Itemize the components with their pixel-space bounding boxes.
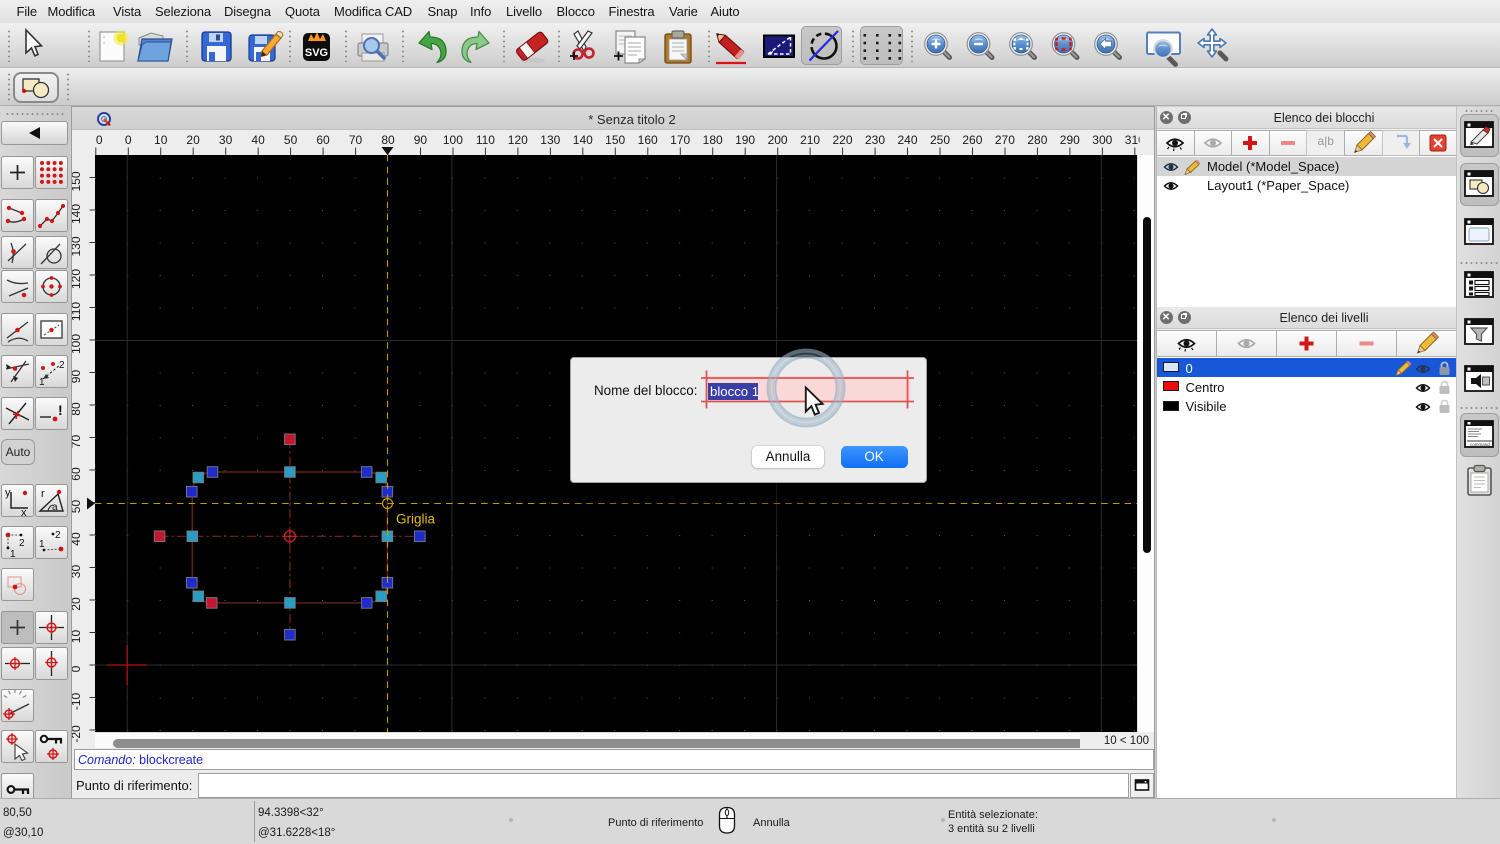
- svg-text:150: 150: [605, 133, 625, 147]
- svg-text:290: 290: [1060, 133, 1080, 147]
- svg-text:260: 260: [962, 133, 982, 147]
- svg-text:1: 1: [39, 539, 45, 550]
- svg-text:0: 0: [96, 133, 103, 147]
- svg-text:90: 90: [414, 133, 428, 147]
- svg-text:300: 300: [1092, 133, 1112, 147]
- svg-text:160: 160: [638, 133, 658, 147]
- svg-text:60: 60: [316, 133, 330, 147]
- svg-text:-10: -10: [72, 693, 83, 711]
- svg-text:180: 180: [703, 133, 723, 147]
- svg-text:-20: -20: [72, 725, 83, 743]
- svg-text:210: 210: [800, 133, 820, 147]
- svg-text:!: !: [58, 402, 63, 418]
- svg-text:90: 90: [72, 370, 83, 384]
- svg-text:120: 120: [508, 133, 528, 147]
- svg-text:270: 270: [995, 133, 1015, 147]
- svg-text:130: 130: [540, 133, 560, 147]
- svg-text:2: 2: [59, 360, 65, 371]
- svg-text:70: 70: [349, 133, 363, 147]
- svg-text:120: 120: [72, 269, 83, 289]
- svg-text:100: 100: [72, 334, 83, 354]
- svg-text:190: 190: [735, 133, 755, 147]
- svg-text:80: 80: [381, 133, 395, 147]
- svg-text:0: 0: [72, 665, 83, 672]
- svg-text:130: 130: [72, 236, 83, 256]
- svg-text:140: 140: [72, 204, 83, 224]
- svg-text:10: 10: [154, 133, 168, 147]
- svg-text:10: 10: [72, 630, 83, 644]
- svg-text:20: 20: [72, 597, 83, 611]
- svg-text:60: 60: [72, 467, 83, 481]
- svg-text:2: 2: [19, 538, 25, 549]
- svg-text:30: 30: [219, 133, 233, 147]
- svg-text:50: 50: [72, 500, 83, 514]
- svg-text:150: 150: [72, 171, 83, 191]
- svg-text:230: 230: [865, 133, 885, 147]
- svg-text:1: 1: [10, 549, 16, 558]
- svg-text:SVG: SVG: [305, 47, 328, 59]
- svg-text:100: 100: [443, 133, 463, 147]
- svg-text:30: 30: [72, 565, 83, 579]
- svg-text:x: x: [21, 507, 27, 516]
- svg-text:command: command: [1470, 442, 1490, 447]
- svg-text:Griglia: Griglia: [396, 512, 436, 527]
- svg-text:280: 280: [1027, 133, 1047, 147]
- svg-text:110: 110: [476, 133, 495, 147]
- svg-text:0: 0: [125, 133, 132, 147]
- svg-text:40: 40: [72, 532, 83, 546]
- svg-text:200: 200: [768, 133, 788, 147]
- svg-text:a: a: [52, 502, 58, 513]
- svg-text:50: 50: [284, 133, 298, 147]
- svg-text:70: 70: [72, 435, 83, 449]
- svg-text:r: r: [41, 488, 45, 500]
- svg-text:2: 2: [55, 530, 61, 541]
- svg-text:110: 110: [72, 302, 83, 321]
- svg-text:220: 220: [832, 133, 852, 147]
- svg-text:y: y: [5, 487, 11, 499]
- svg-text:240: 240: [897, 133, 917, 147]
- svg-text:20: 20: [186, 133, 200, 147]
- svg-text:40: 40: [251, 133, 265, 147]
- svg-text:170: 170: [670, 133, 690, 147]
- svg-text:250: 250: [930, 133, 950, 147]
- svg-text:140: 140: [573, 133, 593, 147]
- svg-text:80: 80: [72, 402, 83, 416]
